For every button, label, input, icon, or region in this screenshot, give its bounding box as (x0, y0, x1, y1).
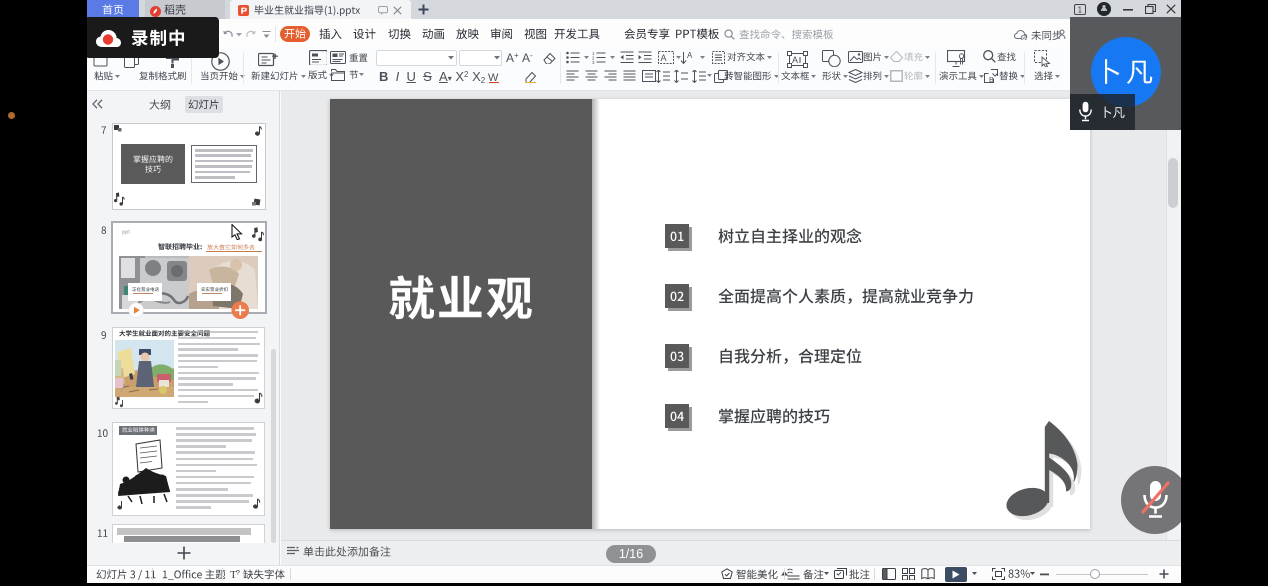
svg-text:W: W (488, 72, 499, 83)
svg-text:3: 3 (592, 60, 595, 64)
svg-text:B: B (989, 77, 994, 83)
svg-text:A: A (661, 53, 667, 63)
svg-text:A: A (687, 51, 693, 60)
svg-text:1: 1 (1078, 6, 1083, 15)
svg-text:?: ? (236, 570, 240, 577)
svg-text:A: A (792, 55, 798, 65)
